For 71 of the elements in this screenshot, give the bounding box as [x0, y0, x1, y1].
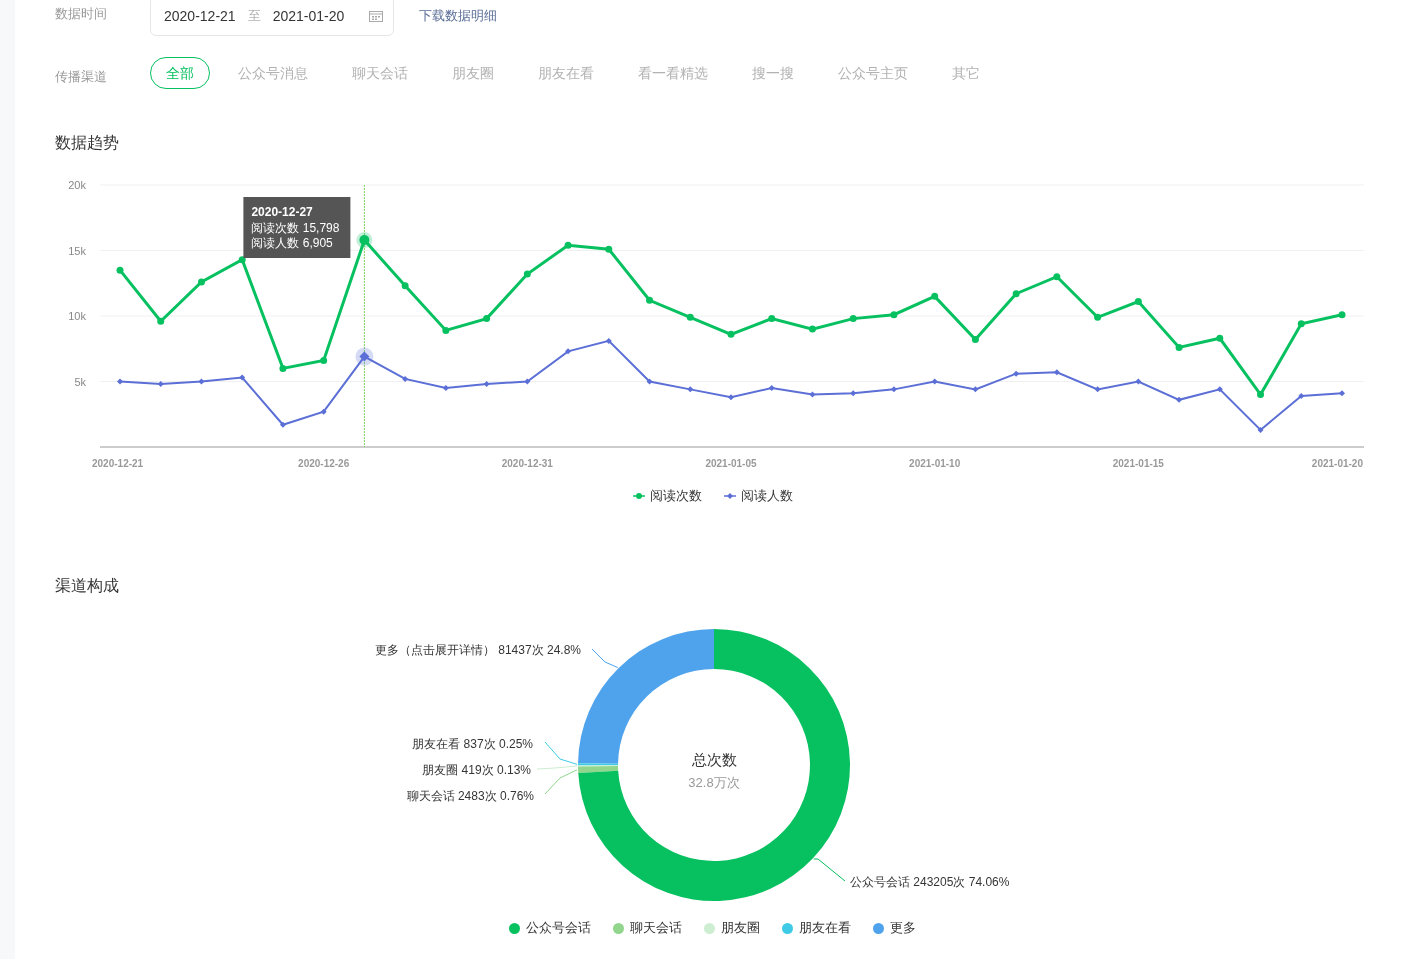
data-point	[728, 394, 734, 401]
legend-label[interactable]: 朋友圈	[721, 918, 760, 938]
field-label: 传播渠道	[55, 68, 108, 87]
axis-label: 2020-12-21	[92, 458, 144, 469]
legend-label[interactable]: 阅读人数	[740, 486, 793, 506]
axis-label: 10k	[68, 310, 86, 322]
data-point	[687, 386, 694, 393]
field-label: 数据时间	[55, 5, 108, 23]
data-point	[890, 386, 897, 393]
axis-label: 15k	[68, 244, 86, 257]
data-point	[1176, 396, 1183, 403]
tooltip-title: 2020-12-27	[251, 205, 313, 219]
data-point	[565, 348, 572, 355]
data-point	[1339, 390, 1345, 397]
tooltip-text: 阅读次数 15,798	[251, 221, 340, 235]
tooltip-text: 阅读人数 6,905	[251, 236, 333, 250]
data-point	[320, 408, 327, 415]
data-point	[483, 381, 490, 388]
legend-label[interactable]: 朋友在看	[799, 918, 851, 938]
data-point	[1257, 426, 1264, 433]
data-point	[605, 337, 612, 344]
data-point	[646, 378, 653, 385]
axis-label: 5k	[74, 375, 86, 388]
data-point	[239, 374, 246, 381]
data-point	[972, 386, 979, 393]
data-point	[1013, 370, 1020, 377]
axis-label: 2021-01-10	[909, 458, 961, 469]
slice-label: 更多（点击展开详情） 81437次 24.8%	[374, 643, 581, 657]
axis-label: 2020-12-31	[501, 458, 553, 469]
legend-label[interactable]: 更多	[890, 918, 916, 938]
axis-label: 20k	[68, 179, 86, 191]
legend-label[interactable]: 阅读次数	[649, 486, 702, 506]
data-point	[117, 378, 123, 385]
slice-label: 公众号会话 243205次 74.06%	[850, 875, 1010, 889]
section-title: 数据趋势	[54, 133, 120, 153]
download-link[interactable]: 下载数据明细	[419, 6, 497, 26]
data-point	[157, 381, 164, 388]
data-point	[402, 375, 409, 382]
data-point	[809, 391, 816, 398]
data-point	[355, 347, 374, 366]
legend-marker-icon	[632, 493, 645, 499]
slice-label: 朋友在看 837次 0.25%	[412, 737, 533, 751]
data-point	[931, 378, 938, 385]
legend-marker-icon	[723, 493, 736, 499]
data-point	[768, 385, 775, 392]
section-title: 渠道构成	[54, 576, 120, 596]
calendar-icon	[369, 10, 383, 22]
date-range-field[interactable]: 2020-12-21 至 2021-01-20	[150, 0, 394, 36]
center-title: 总次数	[691, 751, 737, 768]
slice-label: 聊天会话 2483次 0.76%	[406, 789, 534, 803]
data-point	[442, 385, 449, 392]
legend-label[interactable]: 公众号会话	[526, 918, 591, 938]
data-point	[198, 378, 205, 385]
donut-slice[interactable]	[578, 766, 619, 774]
data-point	[1216, 386, 1223, 393]
legend-label[interactable]: 聊天会话	[630, 918, 682, 938]
leader-line	[813, 858, 846, 882]
axis-label: 2020-12-26	[298, 458, 350, 469]
data-point	[1053, 369, 1060, 376]
axis-label: 2021-01-05	[705, 458, 757, 469]
data-point	[279, 421, 286, 428]
center-value: 32.8万次	[688, 775, 740, 790]
data-point	[524, 378, 531, 385]
axis-label: 2021-01-20	[1311, 458, 1363, 469]
data-point	[1135, 378, 1142, 385]
axis-label: 2021-01-15	[1112, 458, 1164, 469]
leader-line	[591, 648, 619, 668]
slice-label: 朋友圈 419次 0.13%	[422, 763, 531, 777]
data-point	[1298, 392, 1305, 399]
data-point	[1094, 386, 1101, 393]
data-point	[850, 390, 857, 397]
